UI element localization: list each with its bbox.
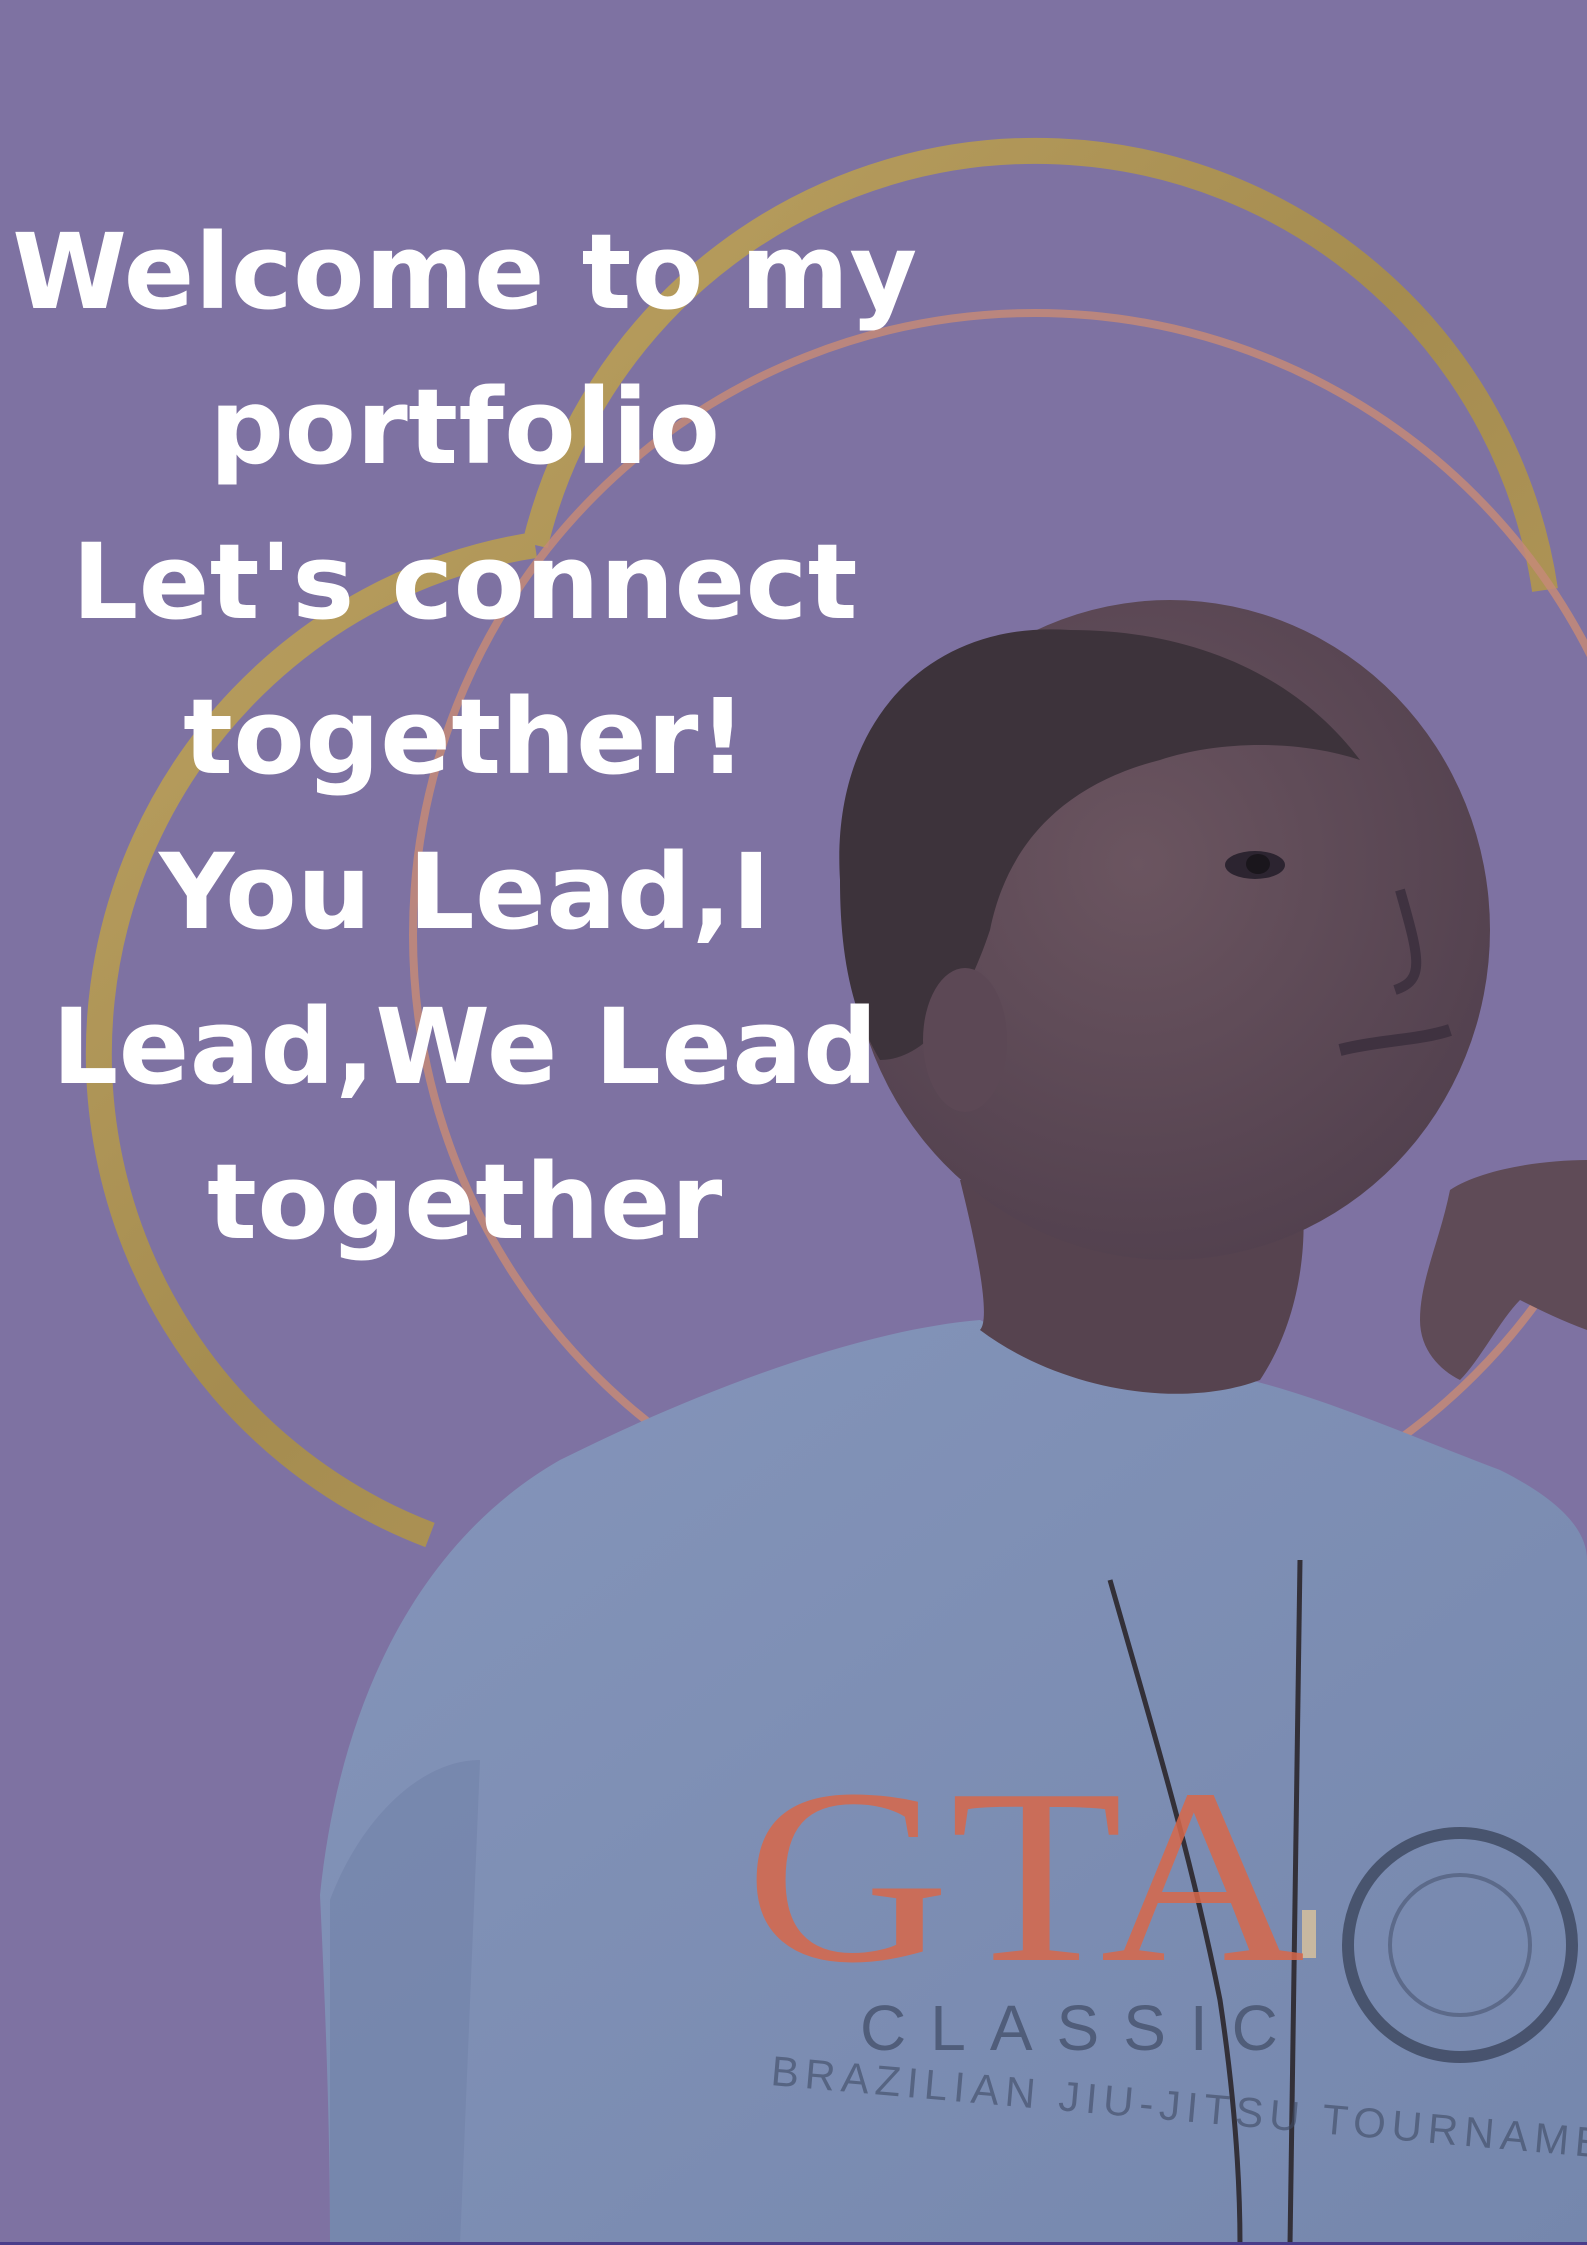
headline: Welcome to my portfolio Let's connect to… [10,195,920,1280]
ear [923,968,1007,1112]
headline-line: portfolio [209,366,721,488]
headline-line: together [207,1141,723,1263]
headline-line: You Lead,I [158,831,772,953]
headline-line: together! [183,676,747,798]
portfolio-cover: GTA CLASSIC BRAZILIAN JIU-JITSU TOURNAME… [0,0,1587,2245]
headline-line: Let's connect [71,521,859,643]
shirt-subtext: CLASSIC [860,1992,1302,2064]
headline-line: Welcome to my [12,211,918,333]
shirt-logo: GTA [745,1738,1305,2015]
headline-line: Lead,We Lead [51,986,879,1108]
